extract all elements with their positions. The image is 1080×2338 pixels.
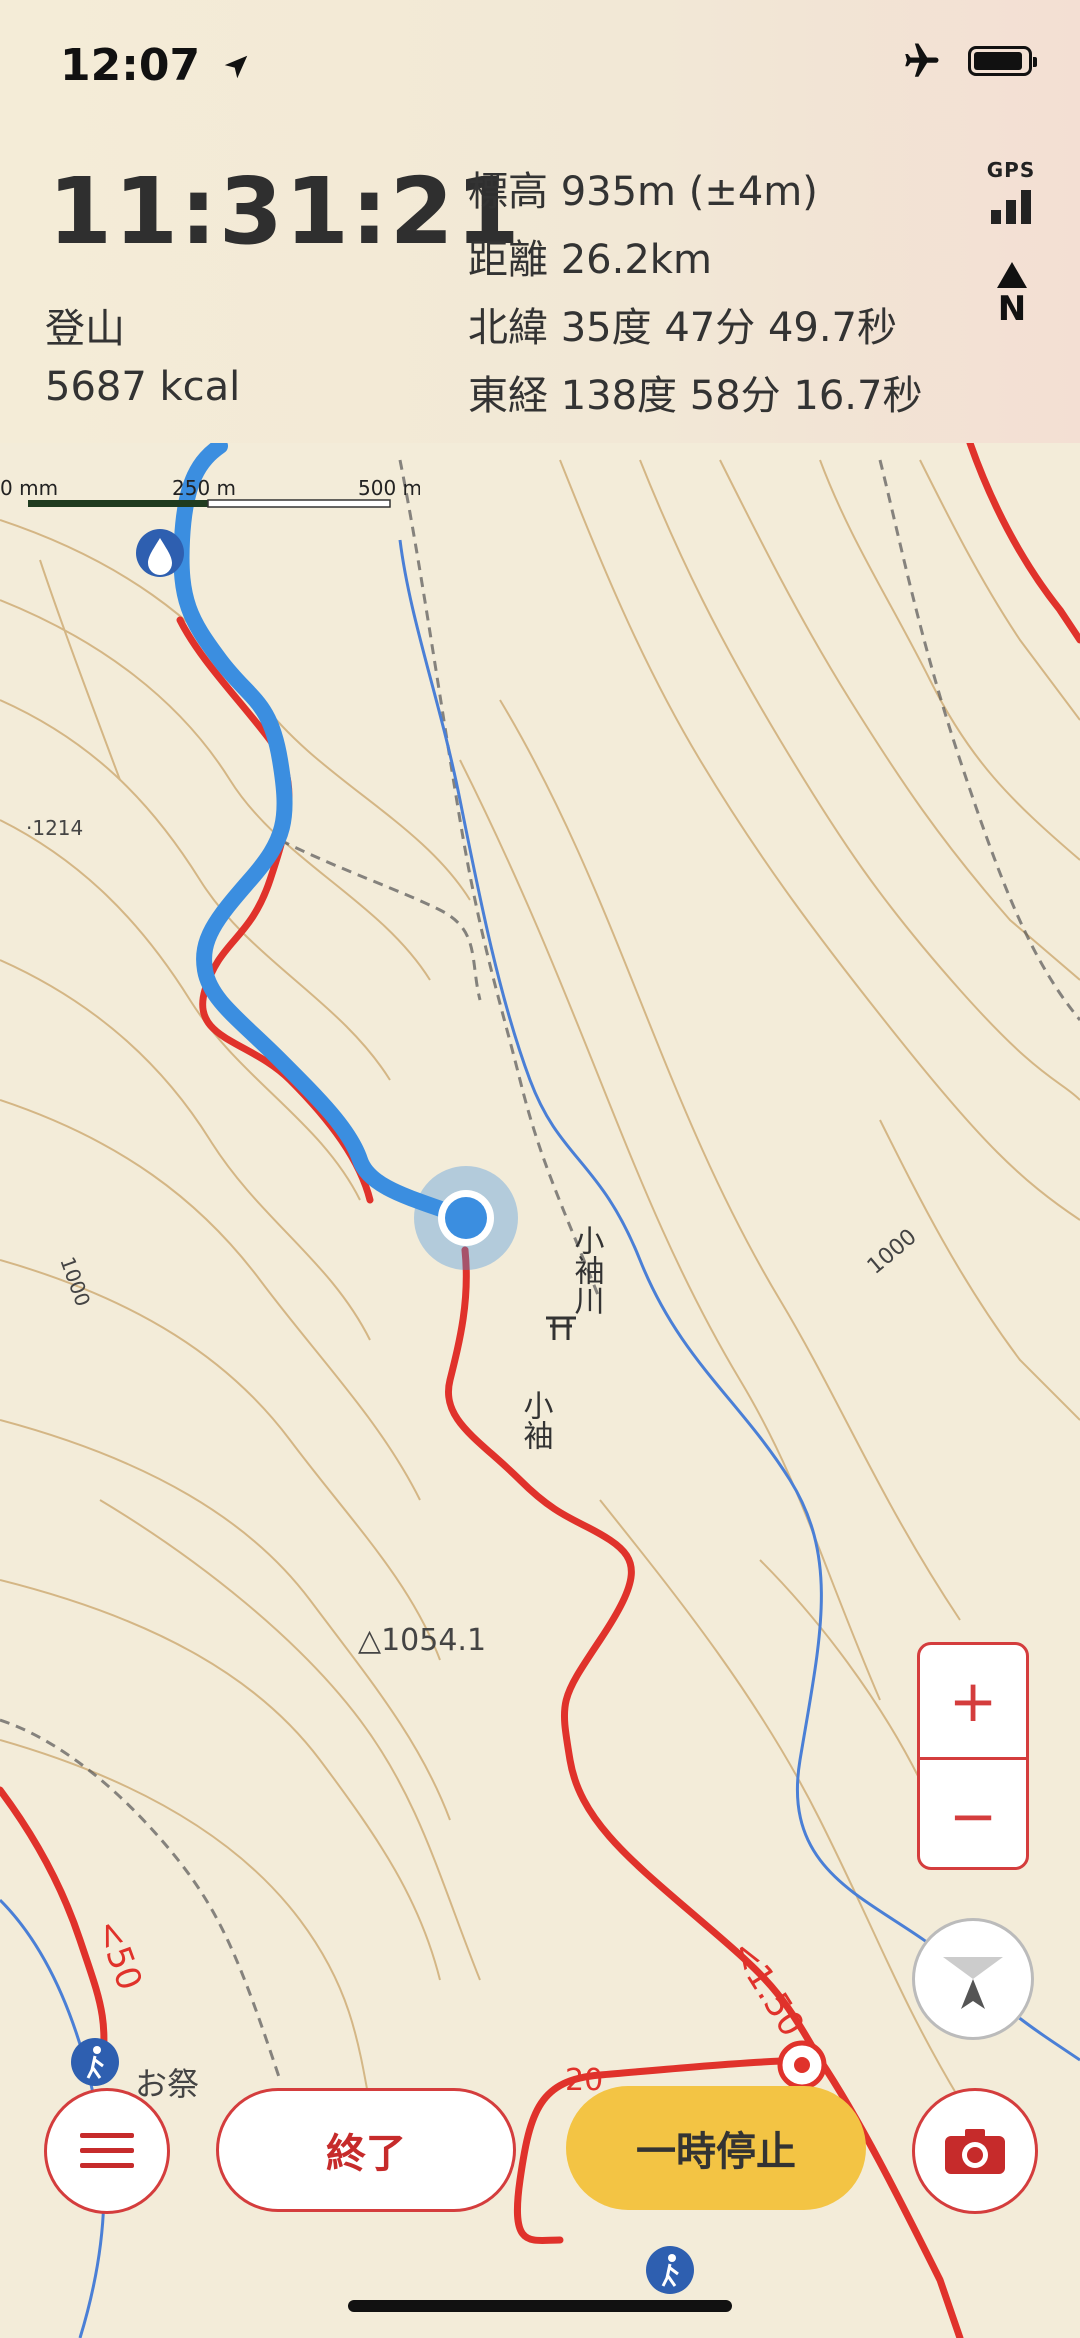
elapsed-time: 11:31:21 xyxy=(48,158,522,265)
end-button[interactable]: 終了 xyxy=(216,2088,516,2212)
pause-button[interactable]: 一時停止 xyxy=(566,2086,866,2210)
water-source-icon[interactable] xyxy=(136,529,184,577)
zoom-out-button[interactable]: − xyxy=(920,1757,1026,1867)
camera-icon xyxy=(945,2129,1005,2174)
longitude: 東経 138度 58分 16.7秒 xyxy=(468,373,923,419)
scale-bar: 0 mm 250 m 500 m xyxy=(0,476,422,508)
calories: 5687 kcal xyxy=(45,364,241,410)
menu-button[interactable] xyxy=(44,2088,170,2214)
place-label: お祭 xyxy=(135,2065,199,2103)
village-label: 小袖 xyxy=(518,1390,554,1450)
gps-signal-icon: GPS xyxy=(982,158,1040,224)
spot-height-label: ·1214 xyxy=(26,816,83,840)
waypoint-marker-icon[interactable] xyxy=(777,2040,827,2090)
latitude: 北緯 35度 47分 49.7秒 xyxy=(468,305,898,351)
activity-type: 登山 xyxy=(45,306,125,352)
north-indicator-icon: N xyxy=(992,262,1032,326)
elevation: 標高 935m (±4m) xyxy=(468,169,818,215)
camera-button[interactable] xyxy=(912,2088,1038,2214)
river-label: 小袖川 xyxy=(569,1225,605,1315)
position-info: 標高 935m (±4m) 距離 26.2km 北緯 35度 47分 49.7秒… xyxy=(468,158,922,430)
airplane-icon xyxy=(905,43,939,77)
location-arrow-icon xyxy=(225,55,248,79)
battery-icon xyxy=(968,46,1037,76)
hiker-marker-icon-2[interactable] xyxy=(646,2246,694,2294)
tracking-header: 12:07 11:31:21 登山 5687 kcal 標高 935m (±4m… xyxy=(0,0,1080,443)
zoom-control: + − xyxy=(917,1642,1029,1870)
gps-label: GPS xyxy=(986,158,1036,182)
map-canvas[interactable]: ·1214 1000 1000 △1054.1 お祭 20 <50 <1:50 … xyxy=(0,443,1080,2338)
north-arrow-icon xyxy=(997,262,1027,288)
hamburger-icon xyxy=(80,2133,134,2168)
map-scale: 0 mm 250 m 500 m xyxy=(0,473,422,513)
compass-button[interactable] xyxy=(912,1918,1034,2040)
status-icons xyxy=(900,40,1037,82)
signal-bars xyxy=(982,186,1040,224)
topographic-map[interactable]: ·1214 1000 1000 △1054.1 お祭 20 <50 <1:50 … xyxy=(0,443,1080,2338)
summit-label: △1054.1 xyxy=(358,1623,486,1658)
compass-icon xyxy=(943,1957,1003,2009)
status-bar: 12:07 xyxy=(60,40,251,91)
distance: 距離 26.2km xyxy=(468,237,712,283)
home-indicator[interactable] xyxy=(348,2300,732,2312)
scale-mid-label: 250 m xyxy=(172,476,236,500)
status-time: 12:07 xyxy=(60,40,201,91)
scale-end-label: 500 m xyxy=(358,476,420,500)
north-label: N xyxy=(997,289,1027,329)
hiker-marker-icon[interactable] xyxy=(71,2038,119,2086)
zoom-in-button[interactable]: + xyxy=(920,1645,1026,1757)
current-location-marker xyxy=(445,1197,487,1239)
scale-start-label: 0 mm xyxy=(0,476,58,500)
